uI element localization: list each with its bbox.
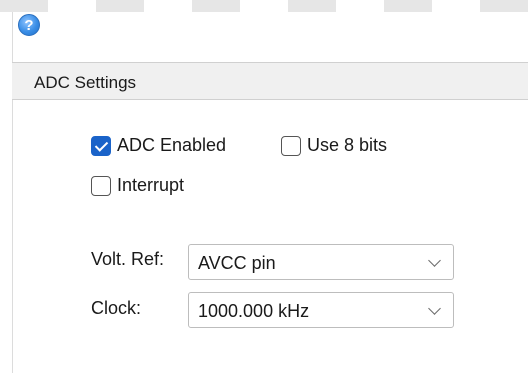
chevron-down-icon <box>428 254 441 267</box>
adc-enabled-checkbox[interactable] <box>91 135 111 156</box>
clock-select[interactable]: 1000.000 kHz <box>188 292 454 328</box>
background-strip <box>0 0 528 12</box>
use-8-bits-option[interactable]: Use 8 bits <box>281 135 387 156</box>
section-title: ADC Settings <box>34 73 137 92</box>
help-icon[interactable]: ? <box>18 14 40 36</box>
interrupt-label: Interrupt <box>117 175 185 195</box>
interrupt-checkbox[interactable] <box>91 175 111 196</box>
interrupt-option[interactable]: Interrupt <box>91 175 184 196</box>
volt-ref-value: AVCC pin <box>198 253 276 273</box>
section-header: ADC Settings <box>12 62 528 100</box>
clock-label: Clock: <box>91 298 142 318</box>
use-8-bits-label: Use 8 bits <box>307 135 388 155</box>
chevron-down-icon <box>428 302 441 315</box>
use-8-bits-checkbox[interactable] <box>281 135 301 156</box>
volt-ref-select[interactable]: AVCC pin <box>188 244 454 280</box>
adc-enabled-option[interactable]: ADC Enabled <box>91 135 226 156</box>
adc-enabled-label: ADC Enabled <box>117 135 227 155</box>
volt-ref-label: Volt. Ref: <box>91 249 165 269</box>
clock-value: 1000.000 kHz <box>198 301 310 321</box>
